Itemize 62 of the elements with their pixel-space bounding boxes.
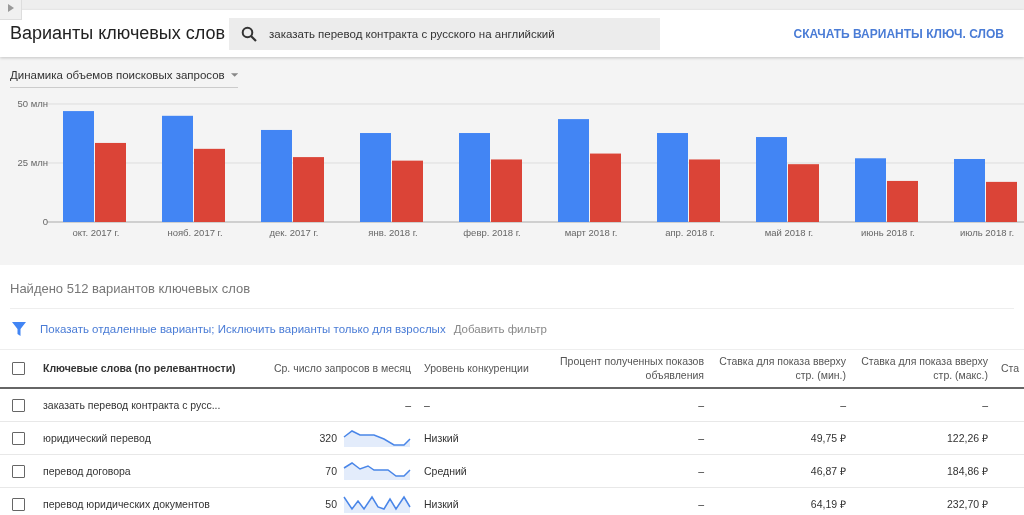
column-header[interactable]: Ставка для показа вверху стр. (мин.) [704, 355, 846, 382]
table-cell: – [424, 399, 430, 411]
axis-label: 50 млн [17, 98, 48, 109]
axis-label: май 2018 г. [764, 227, 814, 238]
results-summary: Найдено 512 вариантов ключевых слов [10, 281, 1014, 309]
axis-label: март 2018 г. [564, 227, 618, 238]
axis-label: июль 2018 г. [959, 227, 1015, 238]
axis-label: дек. 2017 г. [269, 227, 319, 238]
checkbox[interactable] [12, 497, 25, 511]
column-header[interactable]: Ключевые слова (по релевантности) [43, 361, 243, 376]
axis-label: окт. 2017 г. [72, 227, 120, 238]
table-cell: перевод договора [43, 465, 131, 477]
checkbox[interactable] [12, 398, 25, 412]
table-cell: – [982, 399, 988, 411]
table-cell: – [698, 498, 704, 510]
add-filter-link[interactable]: Добавить фильтр [453, 323, 547, 335]
table-cell: Низкий [424, 498, 459, 510]
table-cell: – [405, 399, 411, 411]
page-title: Варианты ключевых слов [10, 23, 227, 44]
search-icon [241, 25, 257, 42]
axis-label: февр. 2018 г. [463, 227, 521, 238]
table-cell: заказать перевод контракта с русс... [43, 399, 221, 411]
axis-label: нояб. 2017 г. [167, 227, 223, 238]
table-cell: 70 [325, 465, 337, 477]
column-header[interactable]: Процент полученных показов объявления [544, 355, 704, 382]
axis-label: 25 млн [17, 157, 48, 168]
checkbox[interactable] [12, 431, 25, 445]
column-header[interactable]: Ста [1001, 361, 1020, 376]
column-header[interactable]: Уровень конкуренции [424, 361, 544, 376]
table-cell: Средний [424, 465, 467, 477]
expand-icon [7, 4, 14, 12]
table-cell: – [698, 432, 704, 444]
table-cell: юридический перевод [43, 432, 151, 444]
column-header[interactable]: Ставка для показа вверху стр. (макс.) [846, 355, 988, 382]
axis-label: июнь 2018 г. [861, 227, 915, 238]
download-link[interactable]: СКАЧАТЬ ВАРИАНТЫ КЛЮЧ. СЛОВ [793, 26, 1004, 41]
table-cell: 122,26 ₽ [946, 432, 988, 444]
table-cell: Низкий [424, 432, 459, 444]
table-cell: 320 [319, 432, 337, 444]
table-cell: – [698, 465, 704, 477]
table-cell: 49,75 ₽ [810, 432, 846, 444]
table-cell: 184,86 ₽ [946, 465, 988, 477]
checkbox[interactable] [12, 362, 25, 375]
bar [689, 159, 720, 222]
column-header[interactable]: Ср. число запросов в месяц [273, 361, 411, 376]
axis-label: 0 [42, 216, 48, 227]
axis-label: апр. 2018 г. [665, 227, 715, 238]
table-cell: 50 [325, 498, 337, 510]
table-cell: 64,19 ₽ [810, 498, 846, 510]
table-cell: 232,70 ₽ [946, 498, 988, 510]
table-cell: – [698, 399, 704, 411]
table-cell: – [840, 399, 846, 411]
search-field[interactable]: заказать перевод контракта с русского на английский [229, 17, 660, 50]
chart-dropdown[interactable]: Динамика объемов поисковых запросов [10, 69, 238, 88]
table-cell: 46,87 ₽ [810, 465, 846, 477]
bar [491, 159, 522, 222]
table-cell: перевод юридических документов [43, 498, 210, 510]
axis-label: янв. 2018 г. [368, 227, 418, 238]
filter-icon[interactable] [12, 322, 26, 336]
filter-link[interactable]: Показать отдаленные варианты; Исключить варианты только для взрослых [40, 323, 446, 335]
caret-icon [230, 73, 238, 77]
checkbox[interactable] [12, 464, 25, 478]
